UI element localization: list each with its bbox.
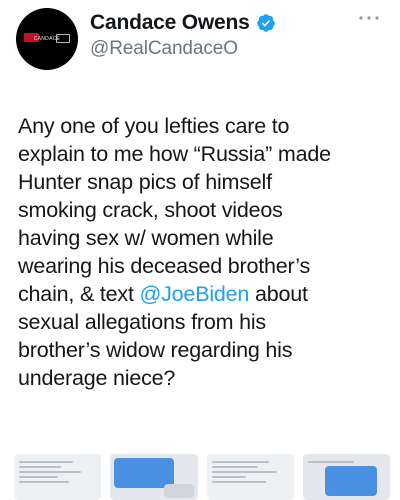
- message-line: [19, 476, 58, 478]
- more-options-icon[interactable]: [358, 12, 380, 24]
- tweet-line: smoking crack, shoot videos: [18, 198, 283, 222]
- media-thumbnail[interactable]: [14, 454, 102, 500]
- media-thumbnail[interactable]: [302, 454, 390, 500]
- message-line: [211, 476, 247, 478]
- media-strip: [14, 454, 390, 500]
- message-line: [19, 481, 70, 483]
- tweet-line: having sex w/ women while: [18, 226, 274, 250]
- tweet-line: underage niece?: [18, 366, 176, 390]
- tweet-line: wearing his deceased brother’s: [18, 254, 310, 278]
- tweet-line: Any one of you lefties care to: [18, 114, 290, 138]
- message-line: [211, 471, 278, 473]
- avatar[interactable]: CANDACE: [16, 8, 78, 70]
- tweet-card: CANDACE Candace Owens @RealCandaceO Any …: [0, 0, 400, 500]
- verified-badge-icon: [256, 14, 275, 32]
- message-line: [307, 461, 355, 463]
- author-block: Candace Owens @RealCandaceO: [90, 8, 276, 60]
- message-line: [211, 461, 270, 463]
- message-bubble: [324, 466, 377, 496]
- tweet-text: Any one of you lefties care to explain t…: [18, 112, 388, 392]
- message-bubble: [163, 484, 194, 498]
- message-line: [211, 481, 266, 483]
- author-handle[interactable]: @RealCandaceO: [90, 38, 276, 60]
- message-line: [19, 471, 81, 473]
- tweet-line: Hunter snap pics of himself: [18, 170, 272, 194]
- display-name-row: Candace Owens: [90, 8, 276, 38]
- message-line: [19, 461, 74, 463]
- mention-link[interactable]: @JoeBiden: [140, 282, 250, 306]
- message-line: [211, 466, 258, 468]
- tweet-line: brother’s widow regarding his: [18, 338, 293, 362]
- tweet-line: about: [249, 282, 308, 306]
- tweet-line: explain to me how “Russia” made: [18, 142, 331, 166]
- avatar-logo-text: CANDACE: [33, 36, 61, 42]
- display-name[interactable]: Candace Owens: [90, 11, 250, 35]
- media-thumbnail[interactable]: [206, 454, 294, 500]
- message-line: [19, 466, 62, 468]
- media-thumbnail[interactable]: [110, 454, 198, 500]
- tweet-line: sexual allegations from his: [18, 310, 266, 334]
- tweet-line: chain, & text: [18, 282, 140, 306]
